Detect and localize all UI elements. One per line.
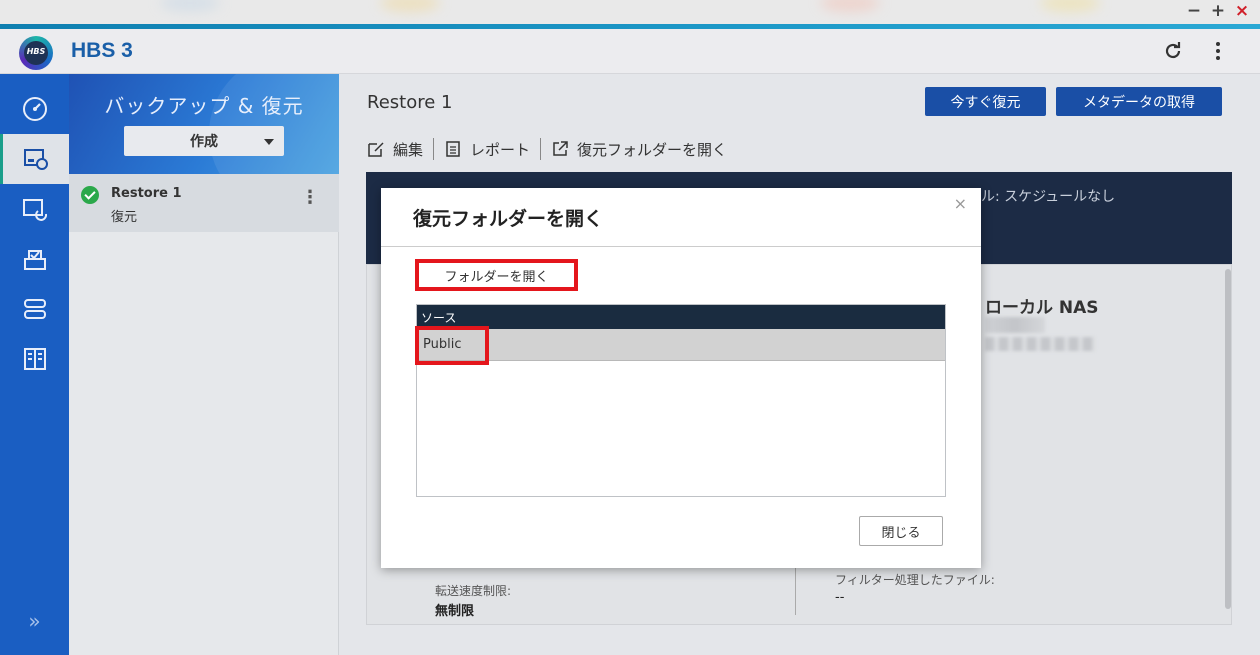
sync-icon: [22, 199, 47, 221]
app-header: HBS HBS 3: [0, 29, 1260, 74]
scrollbar[interactable]: [1225, 269, 1231, 609]
job-more-icon[interactable]: ⋮: [301, 189, 319, 207]
job-name: Restore 1: [111, 186, 182, 201]
restore-now-button[interactable]: 今すぐ復元: [925, 87, 1046, 116]
refresh-icon: [1165, 42, 1181, 59]
edit-label: 編集: [393, 140, 424, 159]
report-button[interactable]: レポート: [444, 139, 530, 160]
success-check-icon: [81, 186, 99, 204]
storage-space-icon: [23, 299, 46, 319]
window-controls: − + ×: [1186, 2, 1250, 20]
filtered-files-value: --: [835, 590, 845, 605]
titlebar-decoration: [160, 0, 220, 12]
titlebar-decoration: [380, 0, 440, 12]
table-header-source: ソース: [417, 305, 945, 329]
transfer-limit-label: 転送速度制限:: [435, 584, 512, 598]
window-titlebar: − + ×: [0, 0, 1260, 24]
open-restore-folder-button[interactable]: 復元フォルダーを開く: [551, 139, 727, 160]
transfer-limit-value: 無制限: [435, 604, 475, 619]
more-menu-button[interactable]: [1205, 38, 1231, 64]
create-label: 作成: [190, 134, 218, 150]
logs-icon: [23, 348, 46, 370]
table-row[interactable]: Public: [417, 329, 945, 361]
toolbar-divider: [540, 138, 542, 160]
services-icon: [23, 250, 46, 270]
edit-button[interactable]: 編集: [367, 139, 423, 160]
job-panel-header: バックアップ & 復元: [69, 74, 339, 174]
toolbar-divider: [433, 138, 435, 160]
create-button[interactable]: 作成: [124, 126, 284, 156]
open-restore-folder-label: 復元フォルダーを開く: [577, 140, 728, 159]
job-panel-title: バックアップ & 復元: [104, 94, 304, 118]
dialog-close-icon[interactable]: ×: [954, 194, 967, 213]
job-list-item[interactable]: Restore 1 復元 ⋮: [69, 174, 339, 232]
rail-item-services[interactable]: [0, 234, 69, 284]
rail-item-sync[interactable]: [0, 184, 69, 234]
redacted-text: [985, 337, 1095, 351]
get-metadata-button[interactable]: メタデータの取得: [1056, 87, 1222, 116]
edit-icon: [368, 142, 384, 157]
caret-down-icon: [264, 139, 274, 145]
close-button[interactable]: 閉じる: [859, 516, 943, 546]
hbs-logo-icon: HBS: [19, 36, 53, 70]
page-title: Restore 1: [367, 92, 453, 113]
redacted-text: [985, 317, 1045, 333]
report-label: レポート: [470, 140, 531, 159]
backup-restore-icon: [24, 149, 48, 170]
job-type: 復元: [111, 210, 138, 225]
dialog-title: 復元フォルダーを開く: [413, 208, 604, 230]
rail-item-overview[interactable]: [0, 84, 69, 134]
filtered-files-label: フィルター処理したファイル:: [835, 573, 995, 587]
toolbar: 編集 レポート 復元フォルダーを開く: [367, 138, 727, 160]
dashboard-icon: [22, 97, 47, 121]
highlight-box: [415, 326, 489, 365]
logo-text: HBS: [26, 47, 46, 56]
rail-item-storage[interactable]: [0, 284, 69, 334]
expand-rail-button[interactable]: »: [0, 609, 69, 633]
maximize-button[interactable]: +: [1210, 2, 1226, 20]
external-link-icon: [553, 141, 568, 156]
refresh-button[interactable]: [1160, 38, 1186, 64]
open-restore-folder-dialog: 復元フォルダーを開く × フォルダーを開く ソース Public 閉じる: [381, 188, 981, 568]
titlebar-decoration: [1040, 0, 1100, 12]
dialog-divider: [381, 246, 981, 247]
nav-rail: »: [0, 74, 69, 655]
app-title: HBS 3: [71, 39, 133, 62]
rail-item-backup-restore[interactable]: [0, 134, 69, 184]
schedule-text: ル: スケジュールなし: [981, 189, 1116, 205]
window-close-button[interactable]: ×: [1234, 2, 1250, 20]
more-vertical-icon: [1216, 42, 1220, 60]
source-table: ソース Public: [415, 304, 946, 497]
open-folder-button[interactable]: フォルダーを開く: [415, 259, 578, 291]
minimize-button[interactable]: −: [1186, 2, 1202, 20]
rail-item-logs[interactable]: [0, 334, 69, 384]
report-icon: [446, 141, 460, 157]
destination-title: ローカル NAS: [985, 298, 1099, 318]
titlebar-decoration: [820, 0, 880, 12]
job-panel: バックアップ & 復元 作成 Restore 1 復元 ⋮: [69, 74, 339, 655]
